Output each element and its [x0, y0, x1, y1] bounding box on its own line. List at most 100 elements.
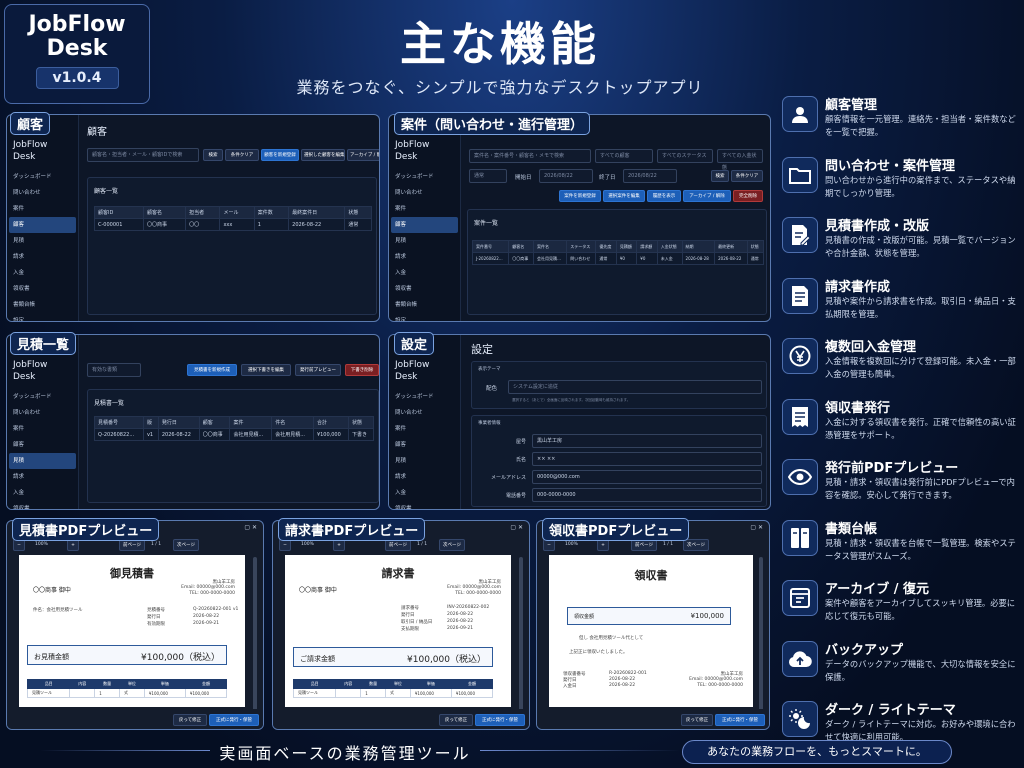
archive-button[interactable]: アーカイブ / 削除 — [347, 149, 379, 161]
sidebar-item[interactable]: 請求 — [7, 469, 78, 485]
issue-button[interactable]: 正式に発行・保管 — [475, 714, 525, 726]
end-label: 終了日 — [599, 175, 616, 181]
sidebar-item[interactable]: 案件 — [7, 421, 78, 437]
edit-project-button[interactable]: 選択案件を編集 — [603, 190, 645, 202]
window-controls[interactable]: ▢ ✕ — [750, 524, 763, 531]
next-page-button[interactable]: 次ページ — [439, 539, 465, 551]
color-scheme-select[interactable]: システム設定に追従 — [508, 380, 762, 394]
sidebar-item[interactable]: 領収書 — [389, 281, 460, 297]
scrollbar[interactable] — [519, 557, 523, 717]
sidebar-item[interactable]: 見積 — [389, 233, 460, 249]
sidebar-item[interactable]: 問い合わせ — [7, 405, 78, 421]
field-label: 電話番号 — [505, 493, 526, 499]
field-input[interactable]: 黒山羊工房 — [532, 434, 762, 448]
issue-button[interactable]: 正式に発行・保管 — [715, 714, 765, 726]
field-input[interactable]: 000-0000-0000 — [532, 488, 762, 502]
sidebar-item[interactable]: 領収書 — [7, 281, 78, 297]
sidebar-item[interactable]: 設定 — [7, 313, 78, 321]
next-page-button[interactable]: 次ページ — [173, 539, 199, 551]
sidebar-item[interactable]: 入金 — [389, 485, 460, 501]
status-select[interactable]: すべてのステータス — [657, 149, 713, 163]
delete-draft-button[interactable]: 下書き削除 — [345, 364, 379, 376]
back-edit-button[interactable]: 戻って修正 — [681, 714, 713, 726]
sidebar-item[interactable]: ダッシュボード — [7, 389, 78, 405]
edit-customer-button[interactable]: 選択した顧客を編集 — [301, 149, 345, 161]
sidebar-item[interactable]: 見積 — [389, 453, 460, 469]
table-cell: 2026-08-22 — [288, 218, 346, 231]
sidebar-item[interactable]: 設定 — [389, 313, 460, 321]
sidebar-item[interactable]: 顧客 — [391, 217, 458, 233]
clear-button[interactable]: 条件クリア — [225, 149, 259, 161]
quote-preview-window: ▢ ✕ − 100% + 前ページ 1 / 1 次ページ 御見積書 〇〇商事 御… — [6, 520, 264, 730]
search-input[interactable]: 顧客名・担当者・メール・顧客IDで検索 — [87, 148, 199, 162]
clear-button[interactable]: 条件クリア — [731, 170, 763, 182]
sidebar-item[interactable]: 請求 — [7, 249, 78, 265]
back-edit-button[interactable]: 戻って修正 — [173, 714, 207, 726]
sort-select[interactable]: 通常 — [469, 169, 507, 183]
sidebar-item[interactable]: 案件 — [389, 201, 460, 217]
add-project-button[interactable]: 案件を新規登録 — [559, 190, 601, 202]
search-input[interactable]: 案件名・案件番号・顧客名・メモで検索 — [469, 149, 591, 163]
sidebar-item[interactable]: ダッシュボード — [7, 169, 78, 185]
sidebar-item[interactable]: 問い合わせ — [389, 405, 460, 421]
table-row[interactable]: Q-20260822... v1 2026-08-22 〇〇商事 会社用見積... 会社用… — [94, 428, 375, 441]
feature-item: バックアップ データのバックアップ機能で、大切な情報を安全に保護。 — [782, 640, 1018, 697]
add-customer-button[interactable]: 顧客を新規登録 — [261, 149, 299, 161]
sidebar-item[interactable]: 入金 — [7, 265, 78, 281]
field-input[interactable]: ×× ×× — [532, 452, 762, 466]
sidebar-item[interactable]: 書類台帳 — [389, 297, 460, 313]
new-quote-button[interactable]: 見積書を新規作成 — [187, 364, 237, 376]
scrollbar[interactable] — [759, 557, 763, 717]
preview-button[interactable]: 発行前プレビュー — [295, 364, 341, 376]
search-button[interactable]: 検索 — [203, 149, 223, 161]
delete-button[interactable]: 完全削除 — [733, 190, 763, 202]
sidebar-item[interactable]: 領収書 — [389, 501, 460, 509]
field-input[interactable]: 00000@000.com — [532, 470, 762, 484]
table-row[interactable]: J-20260822... 〇〇商事 会社用見積... 問い合わせ 通常 ¥0 ¥0 未入金 2… — [471, 252, 765, 265]
sidebar-item[interactable]: 請求 — [389, 249, 460, 265]
window-tag-projects: 案件（問い合わせ・進行管理） — [394, 112, 591, 135]
archive-button[interactable]: アーカイブ / 解除 — [683, 190, 731, 202]
sidebar-item[interactable]: ダッシュボード — [389, 389, 460, 405]
table-cell: 問い合わせ — [566, 252, 597, 265]
end-date-input[interactable]: 2026/08/22 — [623, 169, 677, 183]
sidebar-item[interactable]: 顧客 — [9, 217, 76, 233]
binder-icon — [782, 519, 818, 556]
sidebar-item[interactable]: 顧客 — [389, 437, 460, 453]
payment-select[interactable]: すべての入金状態 — [717, 149, 763, 171]
sidebar-item[interactable]: 入金 — [389, 265, 460, 281]
feature-title: 請求書作成 — [825, 279, 891, 295]
customer-select[interactable]: すべての顧客 — [595, 149, 653, 163]
window-controls[interactable]: ▢ ✕ — [510, 524, 523, 531]
sidebar-item[interactable]: 顧客 — [7, 437, 78, 453]
history-button[interactable]: 履歴を表示 — [647, 190, 681, 202]
sidebar-item[interactable]: 案件 — [7, 201, 78, 217]
sidebar-item[interactable]: 見積 — [9, 453, 76, 469]
table-cell: 〇〇商事 — [142, 218, 187, 231]
feature-title: 書類台帳 — [825, 521, 878, 537]
table-row[interactable]: C-000001 〇〇商事 〇〇 xxx 1 2026-08-22 通常 — [94, 218, 372, 231]
sidebar-item[interactable]: 入金 — [7, 485, 78, 501]
back-edit-button[interactable]: 戻って修正 — [439, 714, 473, 726]
sidebar-item[interactable]: 問い合わせ — [389, 185, 460, 201]
sidebar-item[interactable]: 請求 — [389, 469, 460, 485]
scrollbar[interactable] — [253, 557, 257, 717]
table-cell: 未入金 — [656, 252, 683, 265]
start-date-input[interactable]: 2026/08/22 — [539, 169, 593, 183]
sidebar-item[interactable]: 見積 — [7, 233, 78, 249]
window-controls[interactable]: ▢ ✕ — [244, 524, 257, 531]
sidebar-item[interactable]: ダッシュボード — [389, 169, 460, 185]
sidebar-item[interactable]: 書類台帳 — [7, 297, 78, 313]
issue-button[interactable]: 正式に発行・保管 — [209, 714, 259, 726]
next-page-button[interactable]: 次ページ — [683, 539, 709, 551]
company-email: Email: 00000@000.com — [181, 585, 235, 590]
sidebar-item[interactable]: 案件 — [389, 421, 460, 437]
filter-select[interactable]: 有効な書類 — [87, 363, 141, 377]
search-button[interactable]: 検索 — [711, 170, 729, 182]
sidebar-item[interactable]: 問い合わせ — [7, 185, 78, 201]
table-cell: 1 — [253, 218, 290, 231]
meta-value: 2026-08-22 — [447, 619, 474, 624]
sidebar-item[interactable]: 領収書 — [7, 501, 78, 509]
amount-label: 領収金額 — [574, 614, 595, 620]
edit-draft-button[interactable]: 選択下書きを編集 — [241, 364, 291, 376]
